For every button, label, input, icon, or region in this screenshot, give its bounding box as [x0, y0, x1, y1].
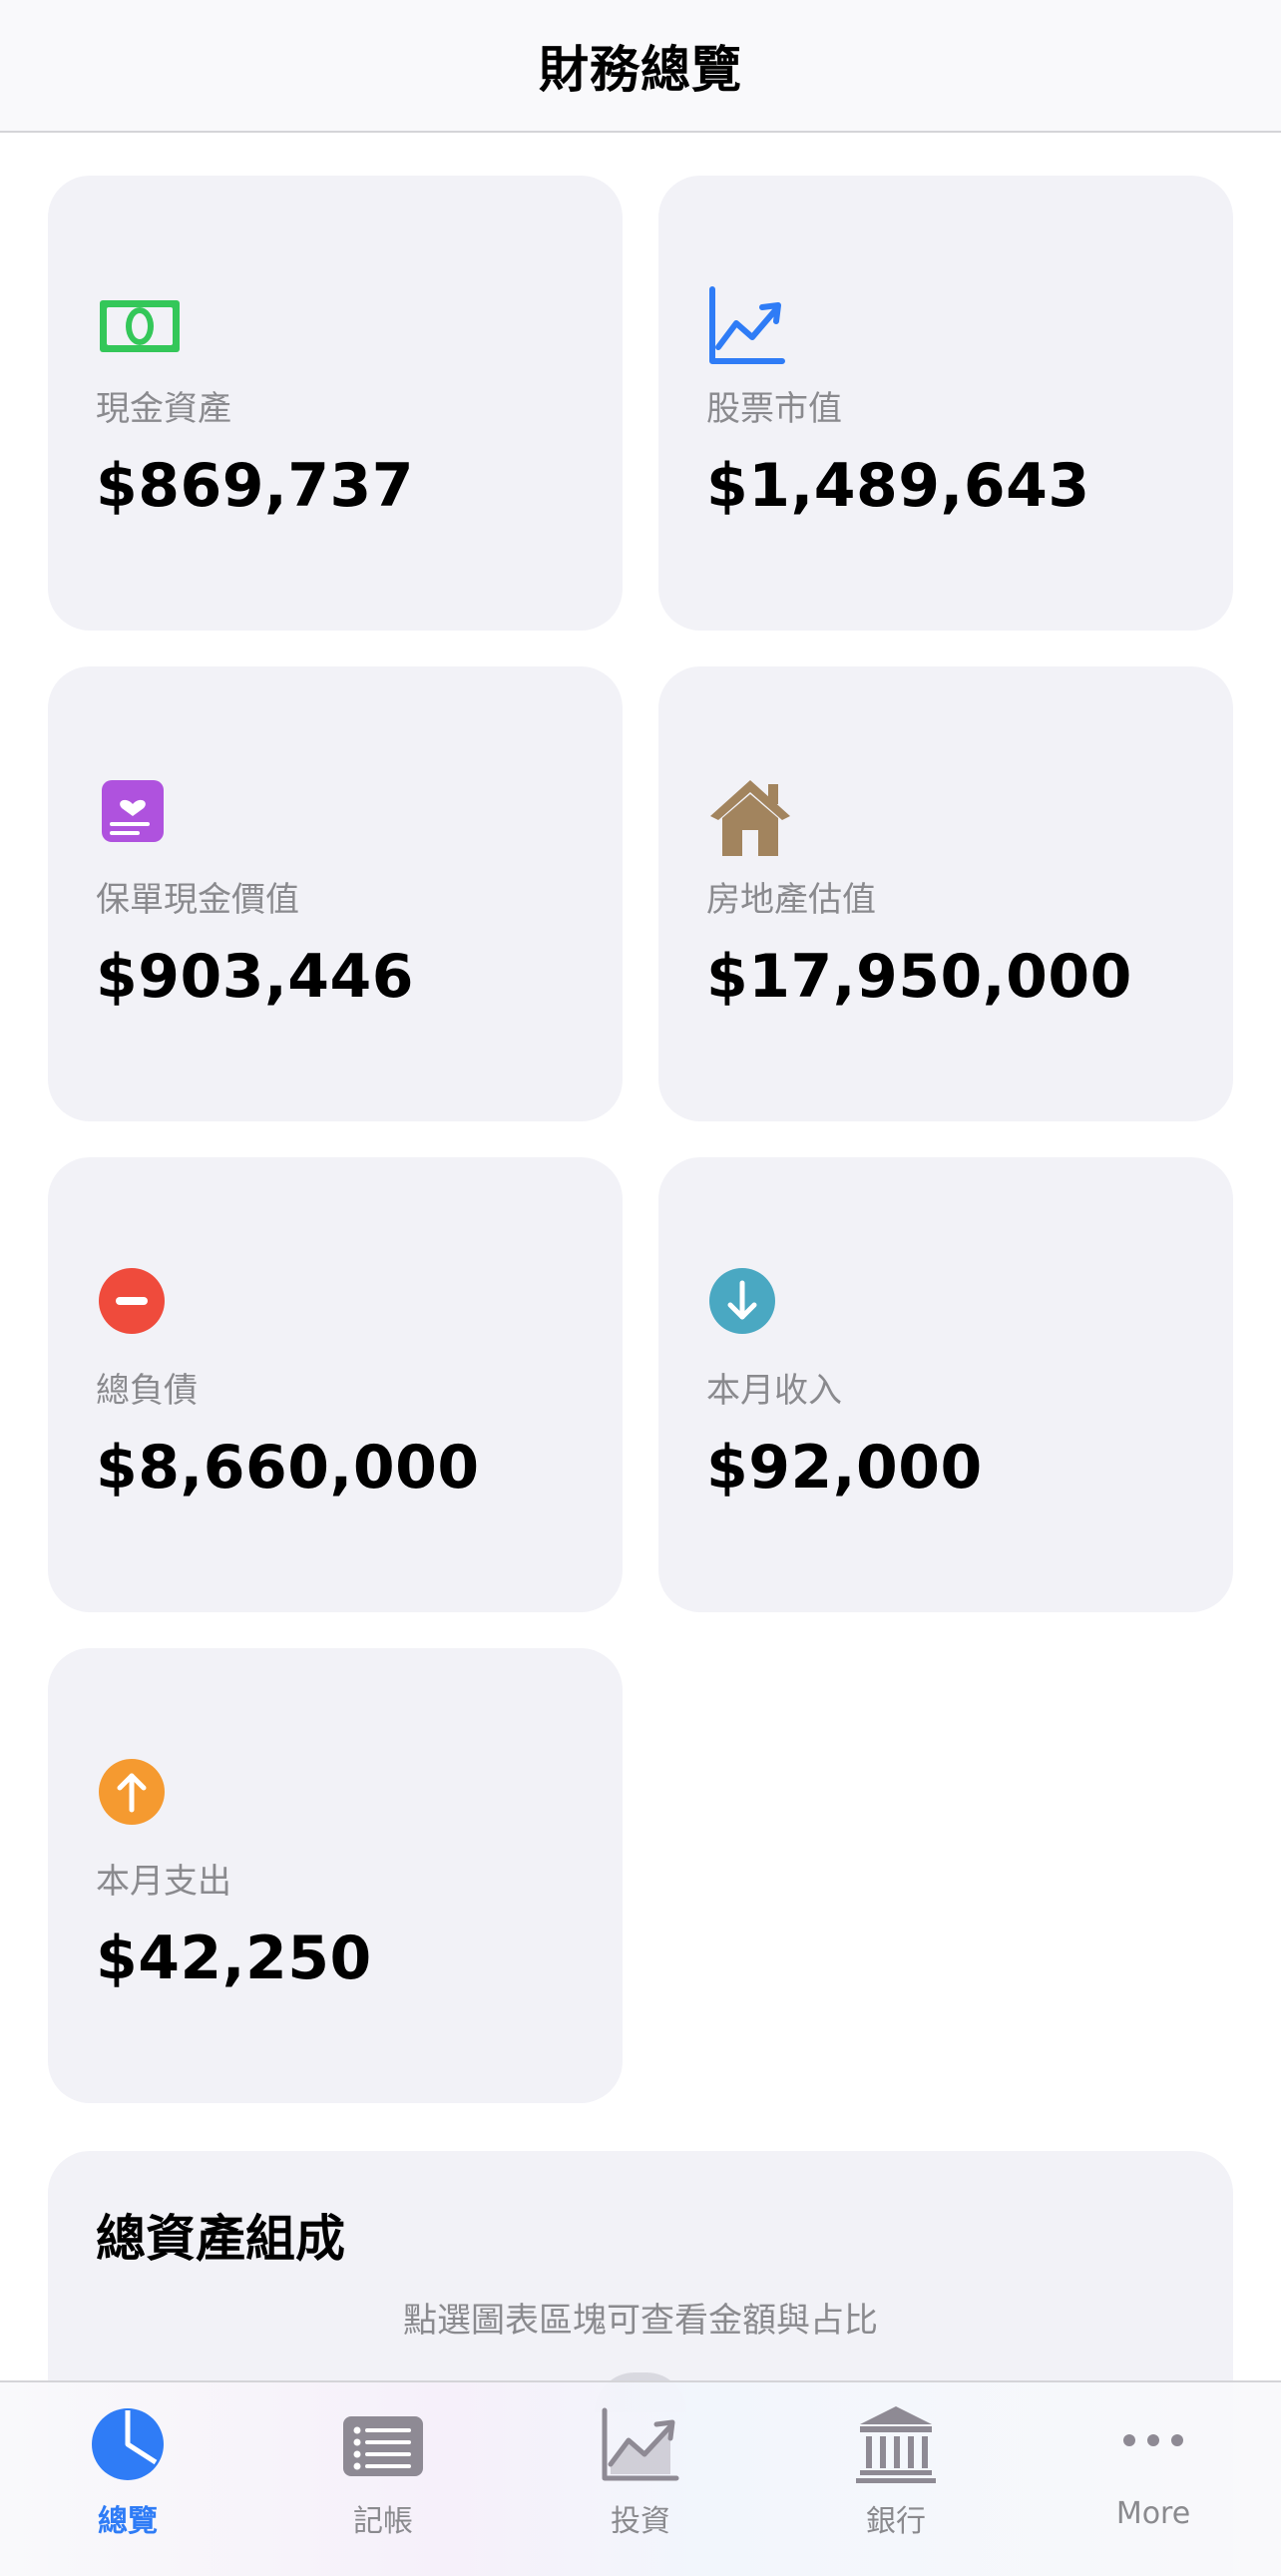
- arrow-up-circle-icon: [96, 1756, 184, 1844]
- pie-chart-icon: [86, 2402, 170, 2486]
- card-label: 總負債: [96, 1371, 198, 1411]
- cash-assets-card[interactable]: 現金資產 $869,737: [48, 176, 623, 631]
- tab-label: 投資: [611, 2504, 670, 2539]
- card-label: 房地產估值: [706, 880, 876, 920]
- card-value: $1,489,643: [706, 451, 1090, 521]
- banknote-icon: [96, 283, 184, 371]
- section-title: 總資產組成: [96, 2210, 345, 2268]
- card-label: 現金資產: [96, 389, 231, 429]
- tab-overview[interactable]: 總覽: [0, 2382, 255, 2576]
- app-screen: 財務總覽 現金資產 $869,737 股票市值 $1,489,643 保單現金價…: [0, 0, 1281, 2576]
- stock-value-card[interactable]: 股票市值 $1,489,643: [658, 176, 1233, 631]
- card-value: $869,737: [96, 451, 415, 521]
- tab-more[interactable]: More: [1026, 2382, 1281, 2576]
- tab-bar: 總覽 記帳 投資 銀行 More: [0, 2380, 1281, 2576]
- minus-circle-icon: [96, 1265, 184, 1353]
- monthly-income-card[interactable]: 本月收入 $92,000: [658, 1157, 1233, 1612]
- card-value: $92,000: [706, 1433, 983, 1503]
- more-dots-icon: [1111, 2402, 1195, 2486]
- list-icon: [341, 2402, 425, 2486]
- policy-heart-icon: [96, 774, 184, 862]
- card-value: $8,660,000: [96, 1433, 480, 1503]
- tab-label: 記帳: [353, 2504, 413, 2539]
- tab-bookkeeping[interactable]: 記帳: [255, 2382, 511, 2576]
- card-label: 保單現金價值: [96, 880, 299, 920]
- chart-up-icon: [706, 283, 794, 371]
- tab-bank[interactable]: 銀行: [768, 2382, 1024, 2576]
- chart-hint: 點選圖表區塊可查看金額與占比: [403, 2301, 878, 2341]
- insurance-cash-value-card[interactable]: 保單現金價值 $903,446: [48, 666, 623, 1121]
- card-value: $42,250: [96, 1924, 372, 1993]
- card-value: $903,446: [96, 942, 415, 1012]
- tab-label: More: [1115, 2496, 1191, 2531]
- real-estate-card[interactable]: 房地產估值 $17,950,000: [658, 666, 1233, 1121]
- card-label: 股票市值: [706, 389, 842, 429]
- card-value: $17,950,000: [706, 942, 1132, 1012]
- card-label: 本月收入: [706, 1371, 842, 1411]
- chart-line-icon: [599, 2402, 682, 2486]
- tab-label: 總覽: [98, 2504, 158, 2539]
- tab-label: 銀行: [866, 2504, 926, 2539]
- arrow-down-circle-icon: [706, 1265, 794, 1353]
- monthly-expense-card[interactable]: 本月支出 $42,250: [48, 1648, 623, 2103]
- house-icon: [706, 774, 794, 862]
- total-liabilities-card[interactable]: 總負債 $8,660,000: [48, 1157, 623, 1612]
- card-label: 本月支出: [96, 1862, 231, 1902]
- tab-investment[interactable]: 投資: [513, 2382, 768, 2576]
- page-title: 財務總覽: [539, 40, 742, 99]
- bank-icon: [854, 2402, 938, 2486]
- navigation-header: 財務總覽: [0, 0, 1281, 133]
